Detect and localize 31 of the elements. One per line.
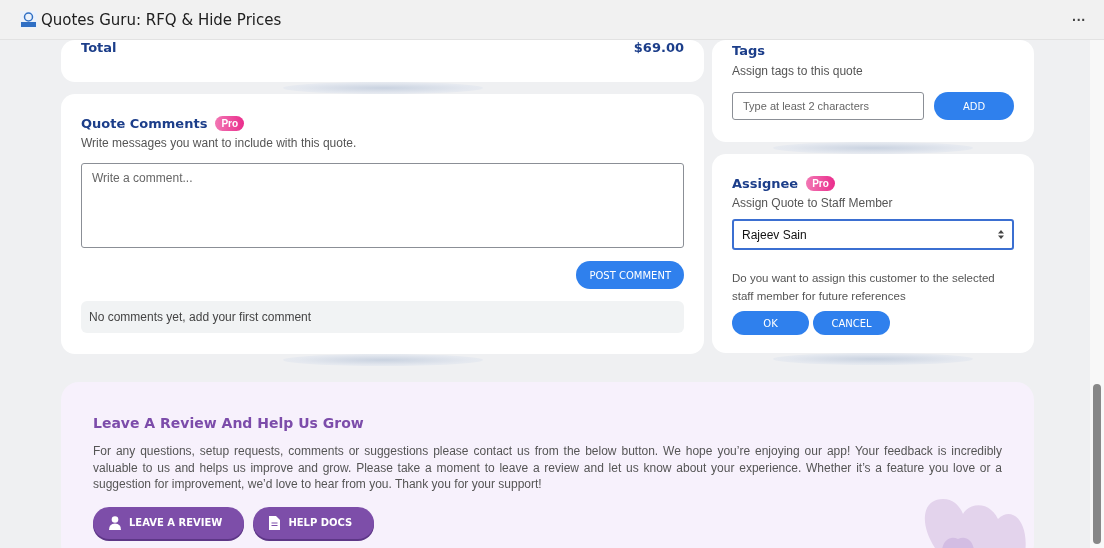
app-title: Quotes Guru: RFQ & Hide Prices <box>41 10 283 29</box>
pro-badge: Pro <box>806 176 835 191</box>
tags-title: Tags <box>732 43 765 58</box>
cancel-button[interactable]: CANCEL <box>813 311 890 335</box>
assignee-subtitle: Assign Quote to Staff Member <box>732 196 894 210</box>
app-logo-icon <box>20 11 37 28</box>
sort-caret-icon <box>998 230 1004 239</box>
more-menu-button[interactable]: ··· <box>1068 11 1090 28</box>
review-title: Leave A Review And Help Us Grow <box>93 415 365 431</box>
leave-review-button[interactable]: LEAVE A REVIEW <box>93 506 245 539</box>
add-tag-button[interactable]: ADD <box>934 92 1014 120</box>
document-icon <box>269 515 281 530</box>
help-docs-button[interactable]: HELP DOCS <box>253 506 375 539</box>
total-label: Total <box>81 40 117 55</box>
post-comment-button[interactable]: POST COMMENT <box>576 261 684 289</box>
ok-button[interactable]: OK <box>732 311 809 335</box>
tags-subtitle: Assign tags to this quote <box>732 64 864 78</box>
scrollbar[interactable] <box>1090 40 1104 548</box>
assign-question: Do you want to assign this customer to the selected staff member for future references <box>732 271 996 304</box>
user-icon <box>109 515 121 530</box>
staff-select[interactable]: Rajeev Sain <box>732 219 1014 250</box>
assignee-title: Assignee <box>732 176 799 191</box>
total-value: $69.00 <box>633 40 684 55</box>
review-text: For any questions, setup requests, comments or suggestions please contact us from the below button. We hope you’re enjoying our app! Your feedback is incredibly valuable to us and helps us improve and grow. Please take a moment to leave a review and let us know about your experience. Whether it’s a feature you love or a suggestion for improvement, we’d love to hear from you. Thank you for your support! <box>93 443 1002 493</box>
empty-comments-message: No comments yet, add your first comment <box>81 301 684 333</box>
scrollbar-thumb[interactable] <box>1093 384 1101 544</box>
comment-field[interactable]: Write a comment... <box>81 163 684 248</box>
tag-input-field[interactable]: Type at least 2 characters <box>732 92 924 120</box>
comments-subtitle: Write messages you want to include with this quote. <box>81 136 358 150</box>
pro-badge: Pro <box>215 116 245 131</box>
comments-title: Quote Comments <box>81 116 208 131</box>
